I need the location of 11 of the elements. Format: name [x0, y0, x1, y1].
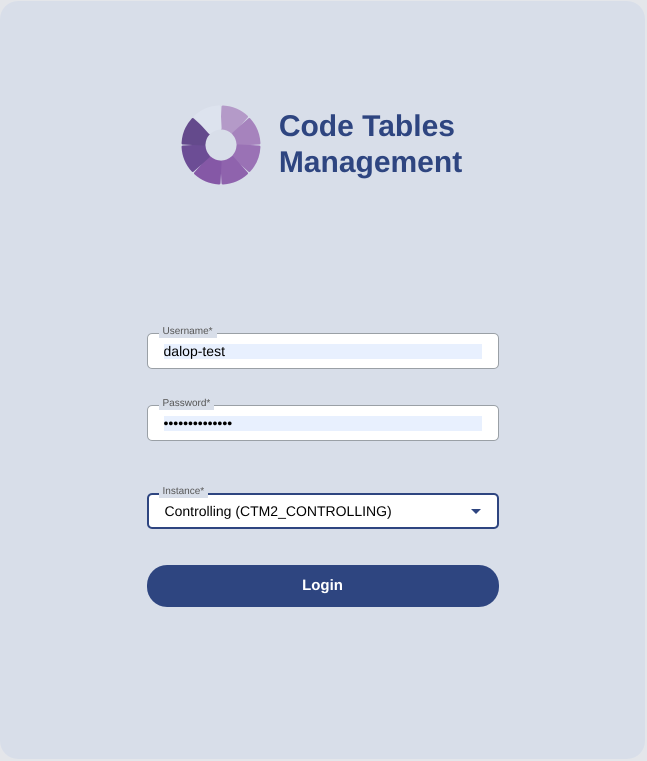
app-title: Code Tables — [278, 109, 456, 145]
field-label: Password* — [158, 398, 214, 410]
login-button[interactable]: Login — [146, 565, 498, 607]
dropdown-caret-icon — [470, 508, 480, 514]
field-value: Controlling (CTM2_CONTROLLING) — [164, 504, 393, 518]
field-value: •••••••••••••• — [164, 416, 482, 430]
field-label: Instance* — [158, 486, 208, 498]
logo-icon — [180, 105, 261, 185]
field-value: dalop-test — [164, 344, 482, 358]
field-label: Username* — [158, 326, 217, 338]
app-title: Management — [278, 145, 462, 181]
